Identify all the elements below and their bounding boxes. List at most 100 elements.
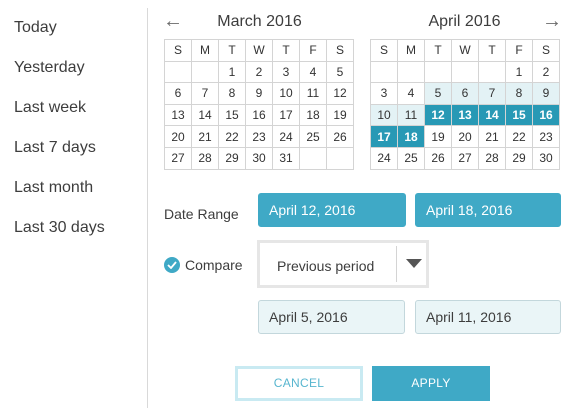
day-cell[interactable]: 20 xyxy=(164,125,192,148)
day-cell[interactable]: 25 xyxy=(397,146,425,170)
preset-last-week[interactable]: Last week xyxy=(14,99,86,117)
day-cell[interactable]: 1 xyxy=(505,60,533,84)
week-row: 6 7 8 9 10 11 12 xyxy=(164,82,354,105)
day-cell[interactable]: 6 xyxy=(451,82,479,105)
day-cell[interactable]: 3 xyxy=(370,82,398,105)
arrow-right-icon[interactable]: → xyxy=(542,11,562,31)
day-cell[interactable]: 30 xyxy=(245,146,273,170)
day-cell[interactable]: 29 xyxy=(505,146,533,170)
day-cell[interactable]: 2 xyxy=(245,60,273,84)
day-cell[interactable]: 18 xyxy=(397,125,425,148)
day-cell[interactable]: 13 xyxy=(164,103,192,127)
weekday-label: S xyxy=(370,39,398,62)
empty-day-cell xyxy=(370,60,398,84)
week-row: 17 18 19 20 21 22 23 xyxy=(370,125,560,148)
day-cell[interactable]: 26 xyxy=(424,146,452,170)
day-cell[interactable]: 11 xyxy=(397,103,425,127)
day-cell[interactable]: 16 xyxy=(532,103,560,127)
day-cell[interactable]: 28 xyxy=(191,146,219,170)
day-cell[interactable]: 23 xyxy=(245,125,273,148)
day-cell[interactable]: 11 xyxy=(299,82,327,105)
day-cell[interactable]: 16 xyxy=(245,103,273,127)
day-cell[interactable]: 4 xyxy=(397,82,425,105)
day-cell[interactable]: 9 xyxy=(532,82,560,105)
day-cell[interactable]: 27 xyxy=(451,146,479,170)
day-cell[interactable]: 8 xyxy=(218,82,246,105)
day-cell[interactable]: 18 xyxy=(299,103,327,127)
weekday-label: T xyxy=(478,39,506,62)
week-row: 10 11 12 13 14 15 16 xyxy=(370,103,560,127)
empty-day-cell xyxy=(424,60,452,84)
day-cell[interactable]: 23 xyxy=(532,125,560,148)
preset-today[interactable]: Today xyxy=(14,19,57,37)
calendar-april: S M T W T F S 1 2 3 4 5 6 7 8 9 10 11 12 13 14 15 16 17 18 19 20 21… xyxy=(370,39,560,170)
weekday-label: W xyxy=(245,39,273,62)
day-cell[interactable]: 12 xyxy=(326,82,354,105)
day-cell[interactable]: 14 xyxy=(191,103,219,127)
day-cell[interactable]: 24 xyxy=(370,146,398,170)
day-cell[interactable]: 15 xyxy=(505,103,533,127)
day-cell[interactable]: 17 xyxy=(272,103,300,127)
day-cell[interactable]: 31 xyxy=(272,146,300,170)
weekday-label: F xyxy=(299,39,327,62)
empty-day-cell xyxy=(299,146,327,170)
day-cell[interactable]: 26 xyxy=(326,125,354,148)
day-cell[interactable]: 29 xyxy=(218,146,246,170)
day-cell[interactable]: 15 xyxy=(218,103,246,127)
day-cell[interactable]: 8 xyxy=(505,82,533,105)
chevron-down-icon[interactable] xyxy=(406,259,422,268)
compare-end-field[interactable]: April 11, 2016 xyxy=(415,300,561,334)
apply-button[interactable]: APPLY xyxy=(372,366,490,401)
day-cell[interactable]: 3 xyxy=(272,60,300,84)
date-range-start-field[interactable]: April 12, 2016 xyxy=(258,193,406,227)
day-cell[interactable]: 28 xyxy=(478,146,506,170)
compare-period-value: Previous period xyxy=(277,258,375,274)
day-cell[interactable]: 20 xyxy=(451,125,479,148)
day-cell[interactable]: 22 xyxy=(218,125,246,148)
day-cell[interactable]: 13 xyxy=(451,103,479,127)
compare-check-icon[interactable] xyxy=(164,257,180,273)
date-range-end-field[interactable]: April 18, 2016 xyxy=(415,193,561,227)
weekday-label: T xyxy=(218,39,246,62)
day-cell[interactable]: 10 xyxy=(272,82,300,105)
compare-label: Compare xyxy=(185,257,243,273)
day-cell[interactable]: 21 xyxy=(478,125,506,148)
day-cell[interactable]: 10 xyxy=(370,103,398,127)
day-cell[interactable]: 5 xyxy=(424,82,452,105)
day-cell[interactable]: 22 xyxy=(505,125,533,148)
compare-start-field[interactable]: April 5, 2016 xyxy=(258,300,405,334)
week-row: 12 xyxy=(370,60,560,84)
day-cell[interactable]: 6 xyxy=(164,82,192,105)
week-row: 13 14 15 16 17 18 19 xyxy=(164,103,354,127)
day-cell[interactable]: 2 xyxy=(532,60,560,84)
weekday-label: M xyxy=(397,39,425,62)
weekday-row: SMTWTFS xyxy=(164,39,354,62)
day-cell[interactable]: 30 xyxy=(532,146,560,170)
day-cell[interactable]: 7 xyxy=(478,82,506,105)
day-cell[interactable]: 21 xyxy=(191,125,219,148)
day-cell[interactable]: 19 xyxy=(326,103,354,127)
weekday-label: F xyxy=(505,39,533,62)
empty-day-cell xyxy=(164,60,192,84)
week-row: 24 25 26 27 28 29 30 xyxy=(370,146,560,170)
day-cell[interactable]: 5 xyxy=(326,60,354,84)
day-cell[interactable]: 27 xyxy=(164,146,192,170)
day-cell[interactable]: 14 xyxy=(478,103,506,127)
compare-period-select[interactable]: Previous period xyxy=(257,240,429,288)
day-cell[interactable]: 12 xyxy=(424,103,452,127)
cancel-button[interactable]: CANCEL xyxy=(235,366,363,401)
preset-last-7-days[interactable]: Last 7 days xyxy=(14,139,96,157)
day-cell[interactable]: 9 xyxy=(245,82,273,105)
day-cell[interactable]: 7 xyxy=(191,82,219,105)
day-cell[interactable]: 25 xyxy=(299,125,327,148)
preset-last-month[interactable]: Last month xyxy=(14,179,93,197)
weekday-label: T xyxy=(272,39,300,62)
day-cell[interactable]: 4 xyxy=(299,60,327,84)
day-cell[interactable]: 19 xyxy=(424,125,452,148)
preset-last-30-days[interactable]: Last 30 days xyxy=(14,219,105,237)
day-cell[interactable]: 1 xyxy=(218,60,246,84)
day-cell[interactable]: 17 xyxy=(370,125,398,148)
preset-yesterday[interactable]: Yesterday xyxy=(14,59,85,77)
week-row: 12345 xyxy=(164,60,354,84)
day-cell[interactable]: 24 xyxy=(272,125,300,148)
